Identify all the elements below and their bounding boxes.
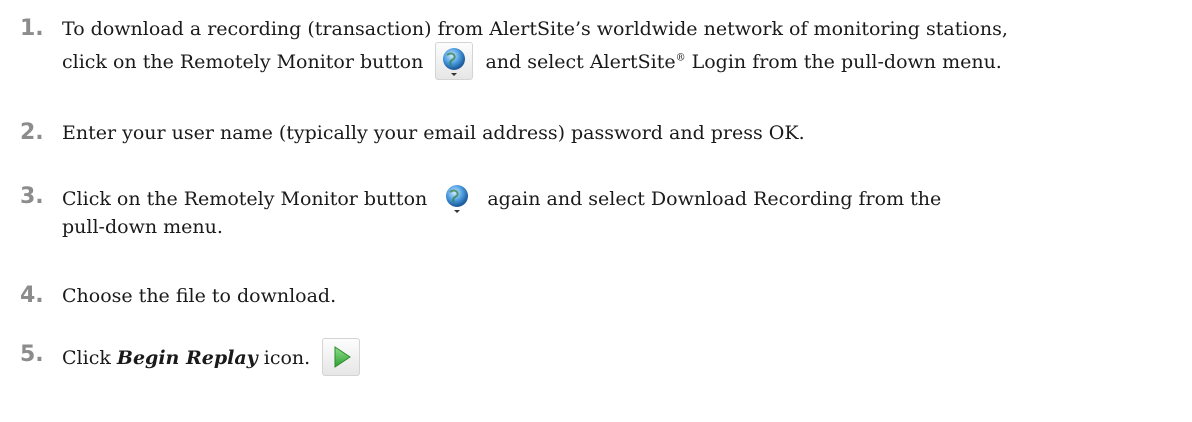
step-line: Click on the Remotely Monitor button aga… xyxy=(62,182,942,213)
step-text-segment: again and select Download Recording from… xyxy=(487,188,942,210)
step-text: Choose the file to download. xyxy=(62,281,336,311)
step-line: To download a recording (transaction) fr… xyxy=(62,18,1008,40)
step-text-segment: icon. xyxy=(257,347,311,369)
remotely-monitor-globe-icon xyxy=(439,180,475,216)
step-number: 4. xyxy=(20,283,44,308)
begin-replay-label: Begin Replay xyxy=(116,347,258,369)
step-text: To download a recording (transaction) fr… xyxy=(62,14,1008,80)
step-number: 5. xyxy=(20,342,44,367)
step-text-segment: Login from the pull-down menu. xyxy=(685,51,1002,73)
step-number: 2. xyxy=(20,120,44,145)
step-line: pull-down menu. xyxy=(62,216,223,238)
remotely-monitor-globe-icon xyxy=(435,42,474,80)
step-text-segment: click on the Remotely Monitor button xyxy=(62,51,424,73)
step-number: 3. xyxy=(20,184,44,209)
step-line: click on the Remotely Monitor button and… xyxy=(62,42,1008,80)
step-text-segment: Click on the Remotely Monitor button xyxy=(62,188,428,210)
step-text-segment: Click xyxy=(62,347,117,369)
step-line: Choose the file to download. xyxy=(62,285,337,307)
step-text: Enter your user name (typically your ema… xyxy=(62,118,805,148)
step-number: 1. xyxy=(20,16,44,41)
step-line: Click Begin Replay icon. xyxy=(62,338,366,376)
step-line: Enter your user name (typically your ema… xyxy=(62,122,805,144)
registered-mark: ® xyxy=(675,52,686,64)
step-text: Click on the Remotely Monitor button aga… xyxy=(62,182,941,242)
step-text: Click Begin Replay icon. xyxy=(62,338,366,376)
step-text-segment: and select AlertSite xyxy=(485,51,676,73)
begin-replay-play-icon xyxy=(322,338,361,376)
